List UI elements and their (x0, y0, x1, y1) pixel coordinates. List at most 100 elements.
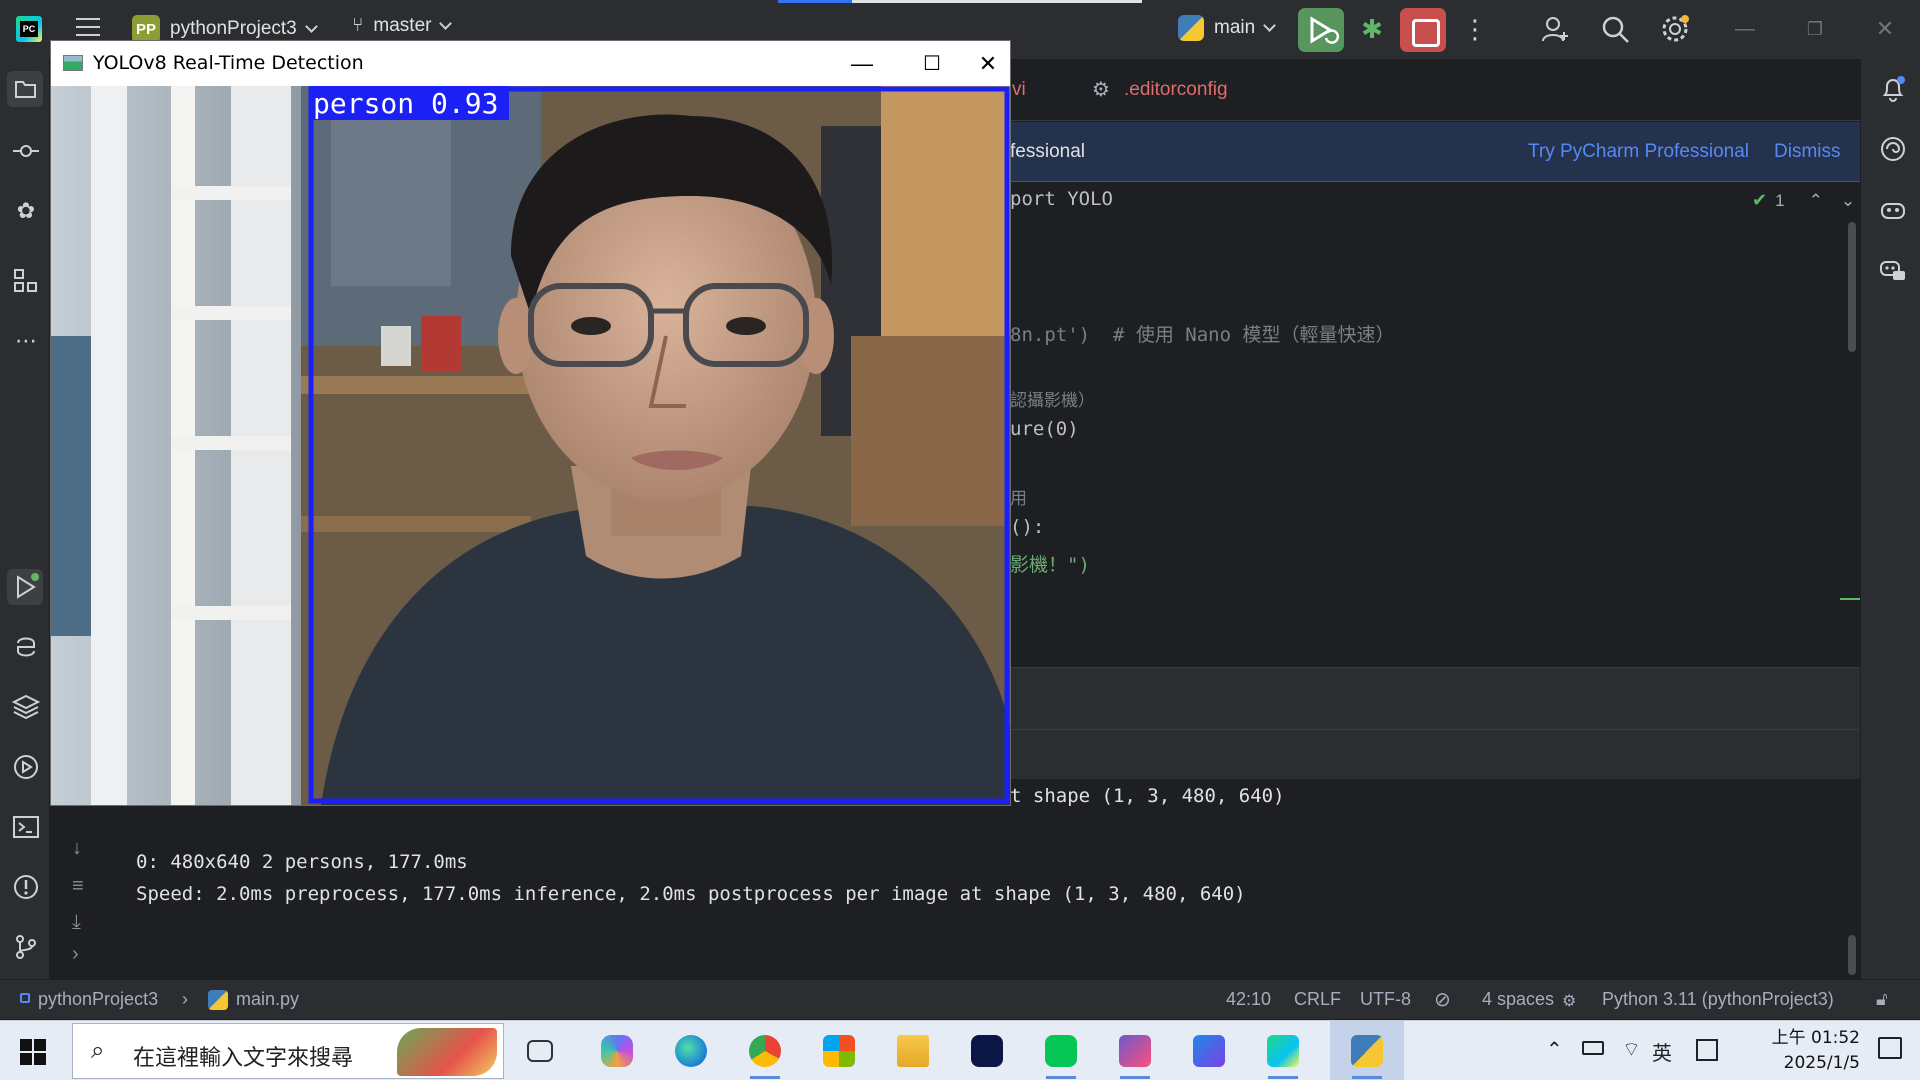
windows-taskbar: ⌕ 在這裡輸入文字來搜尋 ⌃ ⌔ 英 上午 01:52 2025/1/5 (0, 1020, 1920, 1080)
battery-icon[interactable] (1582, 1041, 1604, 1055)
editor-tab-editorconfig[interactable]: .editorconfig (1124, 79, 1228, 101)
expand-chevron-icon[interactable]: › (72, 943, 79, 966)
editor-scrollbar[interactable] (1848, 222, 1856, 352)
breadcrumb-file[interactable]: main.py (236, 989, 299, 1010)
ai-assistant-icon[interactable]: ✿ (12, 197, 40, 225)
snipping-tool-icon[interactable] (1098, 1021, 1172, 1080)
rerun-button[interactable] (1298, 8, 1344, 52)
python-packages-icon[interactable] (11, 693, 41, 721)
scroll-to-end-icon[interactable]: ⤓ (72, 911, 81, 934)
notifications-bell-icon[interactable] (1879, 75, 1907, 103)
settings-gear-icon[interactable] (1660, 14, 1690, 44)
branch-icon: ⑂ (352, 15, 364, 36)
python-console-icon[interactable] (12, 633, 40, 661)
branch-name: master (373, 15, 432, 36)
add-user-icon[interactable] (1540, 14, 1570, 44)
breadcrumb-chevron-icon: › (182, 989, 188, 1009)
change-marker (1840, 598, 1860, 600)
code-line: ure(0) (1010, 418, 1079, 440)
python-window-taskbar-icon[interactable] (1330, 1021, 1404, 1080)
copilot-icon[interactable] (1879, 195, 1907, 223)
check-icon: ✔ (1752, 190, 1768, 210)
close-icon[interactable]: ✕ (963, 49, 1013, 79)
commit-icon[interactable] (12, 137, 40, 165)
taskbar-search-box[interactable]: ⌕ 在這裡輸入文字來搜尋 (72, 1023, 504, 1079)
opencv-detection-window[interactable]: YOLOv8 Real-Time Detection — ☐ ✕ person … (50, 40, 1011, 806)
copilot-chat-icon[interactable] (1879, 255, 1907, 283)
ime-mode-icon[interactable] (1696, 1039, 1718, 1061)
console-scrollbar[interactable] (1848, 935, 1856, 975)
try-professional-link[interactable]: Try PyCharm Professional (1528, 141, 1749, 163)
project-switcher[interactable]: PP pythonProject3 (132, 15, 318, 43)
left-tool-window-bar: ✿ ⋯ (0, 59, 50, 979)
line-separator[interactable]: CRLF (1294, 989, 1341, 1010)
status-bar: pythonProject3 › main.py 42:10 CRLF UTF-… (0, 979, 1920, 1019)
inspections-off-icon[interactable]: ⊘ (1434, 987, 1451, 1012)
notification-center-icon[interactable] (1878, 1037, 1902, 1059)
progress-track (852, 0, 1142, 3)
clock[interactable]: 上午 01:52 2025/1/5 (1740, 1026, 1860, 1076)
more-actions-icon[interactable]: ⋮ (1460, 14, 1490, 44)
project-folder-icon[interactable] (7, 71, 43, 107)
chevron-up-icon[interactable]: ⌃ (1809, 191, 1823, 211)
stop-button[interactable] (1400, 8, 1446, 52)
interpreter-selector[interactable]: Python 3.11 (pythonProject3) (1602, 989, 1834, 1010)
restore-icon[interactable]: ❐ (1800, 14, 1830, 44)
settings-file-icon: ⚙ (1092, 79, 1110, 101)
microsoft-store-icon[interactable] (802, 1021, 876, 1080)
breadcrumb-project[interactable]: pythonProject3 (38, 989, 158, 1010)
structure-icon[interactable] (12, 267, 40, 295)
editor-tabs: vi ⚙ .editorconfig (1000, 59, 1860, 121)
vcs-branch-widget[interactable]: ⑂ master (352, 15, 453, 37)
maximize-icon[interactable]: ☐ (907, 49, 957, 79)
debug-icon[interactable]: ✱ (1357, 14, 1387, 44)
chevron-down-icon (439, 17, 453, 30)
python-file-icon (208, 990, 228, 1010)
terminal-icon[interactable] (12, 813, 40, 841)
task-view-icon[interactable] (506, 1021, 580, 1080)
pycharm-logo-icon (16, 16, 42, 42)
services-icon[interactable] (12, 753, 40, 781)
wifi-icon[interactable]: ⌔ (1622, 1037, 1641, 1062)
ai-chat-icon[interactable] (1879, 135, 1907, 163)
run-tool-icon[interactable] (7, 569, 43, 605)
line-app-icon[interactable] (1024, 1021, 1098, 1080)
ime-indicator[interactable]: 英 (1652, 1037, 1672, 1066)
copilot-taskbar-icon[interactable] (580, 1021, 654, 1080)
readonly-lock-icon[interactable]: 🔓︎ (1876, 989, 1888, 1010)
editor-tab-partial[interactable]: vi (1012, 79, 1026, 101)
webcam-image: person 0.93 (51, 86, 1010, 805)
start-windows-icon[interactable] (20, 1039, 46, 1065)
pycharm-taskbar-icon[interactable] (1246, 1021, 1320, 1080)
code-line: 影機！") (1010, 554, 1090, 576)
chrome-browser-icon[interactable] (728, 1021, 802, 1080)
chevron-down-icon (1263, 19, 1277, 32)
code-editor[interactable]: port YOLO 8n.pt') # 使用 Nano 模型（輕量快速） 認攝影… (1000, 182, 1860, 667)
run-console[interactable]: t shape (1, 3, 480, 640) ↓ 0: 480x640 2 … (50, 779, 1860, 979)
show-hidden-icons-chevron-icon[interactable]: ⌃ (1546, 1037, 1563, 1062)
git-icon[interactable] (12, 933, 40, 961)
more-tools-icon[interactable]: ⋯ (12, 327, 40, 355)
inspection-widget[interactable]: ✔ 1 ⌃ ⌄ (1752, 190, 1855, 211)
search-icon[interactable] (1600, 14, 1630, 44)
search-placeholder: 在這裡輸入文字來搜尋 (133, 1046, 354, 1071)
indent-setting[interactable]: 4 spaces (1482, 989, 1554, 1010)
minimize-icon[interactable]: — (837, 49, 887, 79)
dismiss-link[interactable]: Dismiss (1774, 141, 1841, 163)
webex-icon[interactable] (950, 1021, 1024, 1080)
close-icon[interactable]: ✕ (1870, 14, 1900, 44)
window-title-bar[interactable]: YOLOv8 Real-Time Detection — ☐ ✕ (51, 41, 1010, 86)
file-explorer-icon[interactable] (876, 1021, 950, 1080)
problems-icon[interactable] (12, 873, 40, 901)
edge-browser-icon[interactable] (654, 1021, 728, 1080)
soft-wrap-icon[interactable]: ≡ (72, 875, 84, 898)
run-config-selector[interactable]: main (1178, 15, 1277, 41)
file-encoding[interactable]: UTF-8 (1360, 989, 1411, 1010)
main-menu-icon[interactable] (76, 18, 100, 36)
minimize-icon[interactable]: — (1730, 14, 1760, 44)
rerun-icon (1310, 16, 1340, 44)
caret-position[interactable]: 42:10 (1226, 989, 1271, 1010)
rider-app-icon[interactable] (1172, 1021, 1246, 1080)
scroll-down-icon[interactable]: ↓ (72, 837, 82, 860)
chevron-down-icon[interactable]: ⌄ (1841, 191, 1855, 211)
